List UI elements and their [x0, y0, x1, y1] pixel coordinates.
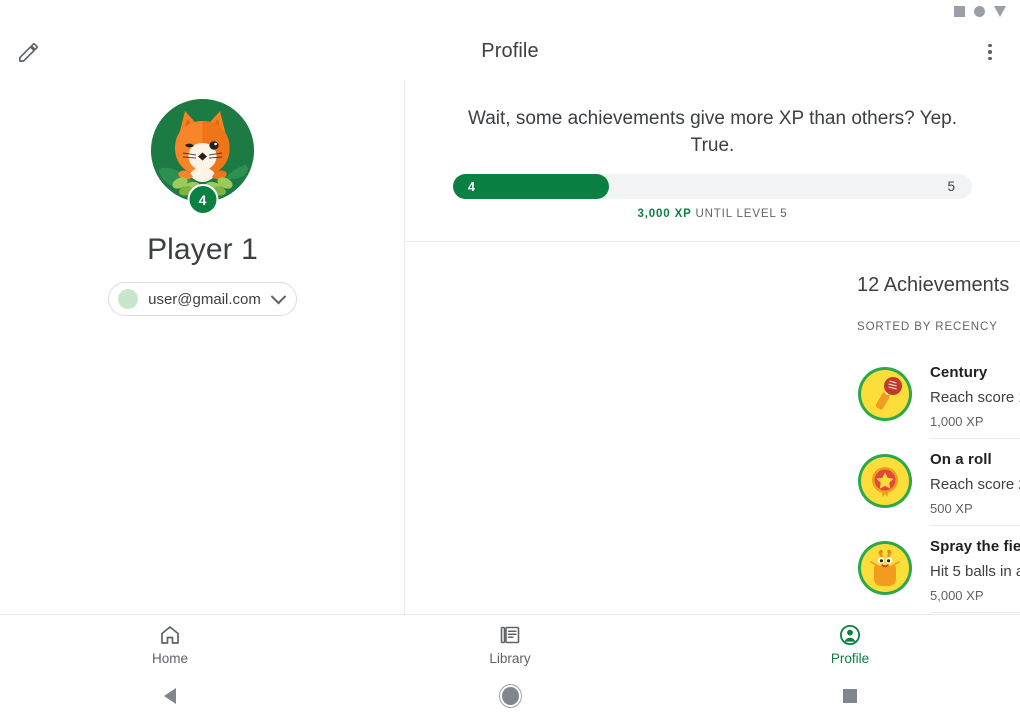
account-avatar-icon	[118, 289, 139, 309]
square-icon	[954, 5, 965, 17]
xp-headline: Wait, some achievements give more XP tha…	[468, 108, 957, 156]
xp-progress-fill: 4	[453, 174, 609, 199]
status-bar	[0, 0, 1020, 22]
bottom-navigation: Home Library Profile	[0, 614, 1020, 674]
app-screen: Profile 4 Player 1 user@gmail.com Wait, …	[0, 0, 1020, 717]
nav-label-library: Library	[489, 651, 531, 666]
nav-item-library[interactable]: Library	[340, 615, 680, 675]
nav-label-home: Home	[151, 651, 188, 666]
xp-caption: 3,000 XP UNTIL LEVEL 5	[405, 208, 1020, 220]
account-email: user@gmail.com	[148, 290, 261, 308]
circle-icon	[974, 5, 985, 17]
achievement-name: Century	[930, 364, 988, 381]
achievement-xp: 5,000 XP	[930, 588, 984, 603]
level-badge: 4	[187, 184, 218, 215]
achievements-sort-row: SORTED BY RECENCY	[857, 316, 1020, 346]
profile-icon	[839, 624, 861, 646]
system-home-button[interactable]	[340, 686, 680, 705]
sort-label: SORTED BY RECENCY	[857, 321, 998, 333]
triangle-down-icon	[994, 5, 1006, 17]
back-triangle-icon	[164, 687, 176, 704]
achievement-description: Reach score 25	[930, 476, 1020, 493]
achievement-xp: 500 XP	[930, 501, 973, 516]
achievements-list: Century Reach score 100 1,000 XP 08/25	[857, 352, 1020, 613]
more-vertical-icon-dot	[988, 56, 992, 61]
more-vertical-icon-dot	[988, 43, 992, 48]
player-name: Player 1	[147, 233, 258, 266]
xp-next-level: 5	[947, 179, 955, 194]
page-title: Profile	[481, 40, 539, 62]
list-item[interactable]: Spray the field Hit 5 balls in a row to …	[857, 526, 1020, 613]
app-bar: Profile	[0, 22, 1020, 80]
achievement-xp: 1,000 XP	[930, 414, 984, 429]
system-back-button[interactable]	[0, 687, 340, 704]
chevron-down-icon	[270, 288, 287, 304]
xp-caption-rest: UNTIL LEVEL 5	[695, 208, 788, 220]
nav-item-profile[interactable]: Profile	[680, 615, 1020, 675]
account-switcher[interactable]: user@gmail.com	[108, 282, 297, 316]
profile-identity: 4 Player 1 user@gmail.com	[0, 99, 405, 316]
home-icon	[161, 626, 179, 644]
achievement-name: On a roll	[930, 451, 992, 468]
star-medal-badge	[857, 453, 913, 509]
achievement-details: On a roll Reach score 25 500 XP 08/24	[930, 450, 1020, 516]
achievements-heading: 12 Achievements	[857, 274, 1010, 296]
system-navigation-bar	[0, 674, 1020, 717]
home-circle-icon	[501, 686, 519, 705]
divider	[930, 612, 1020, 613]
xp-progress-bar: 4 5	[453, 174, 972, 199]
more-vertical-icon-dot	[988, 50, 992, 54]
nav-item-home[interactable]: Home	[0, 615, 340, 675]
library-icon	[500, 626, 520, 644]
system-recents-button[interactable]	[680, 688, 1020, 703]
avatar[interactable]: 4	[151, 99, 254, 215]
nav-label-profile: Profile	[830, 651, 870, 666]
achievement-details: Spray the field Hit 5 balls in a row to …	[930, 537, 1020, 603]
list-item[interactable]: Century Reach score 100 1,000 XP 08/25	[857, 352, 1020, 439]
achievement-details: Century Reach score 100 1,000 XP 08/25	[930, 363, 1020, 429]
xp-caption-amount: 3,000 XP	[637, 208, 692, 220]
achievements-pane: Wait, some achievements give more XP tha…	[405, 80, 1020, 614]
character-badge	[857, 540, 913, 596]
achievement-description: Reach score 100	[930, 389, 1020, 406]
overflow-menu-button[interactable]	[976, 38, 1004, 66]
profile-pane: 4 Player 1 user@gmail.com	[0, 80, 405, 614]
cricket-bat-ball-badge	[857, 366, 913, 422]
content-area: 4 Player 1 user@gmail.com Wait, some ach…	[0, 80, 1020, 614]
achievement-name: Spray the field	[930, 538, 1020, 555]
recents-square-icon	[843, 688, 857, 703]
list-item[interactable]: On a roll Reach score 25 500 XP 08/24	[857, 439, 1020, 526]
achievement-description: Hit 5 balls in a row to the left, then 5…	[930, 563, 1020, 580]
xp-panel: Wait, some achievements give more XP tha…	[405, 80, 1020, 242]
xp-current-level: 4	[468, 179, 475, 194]
